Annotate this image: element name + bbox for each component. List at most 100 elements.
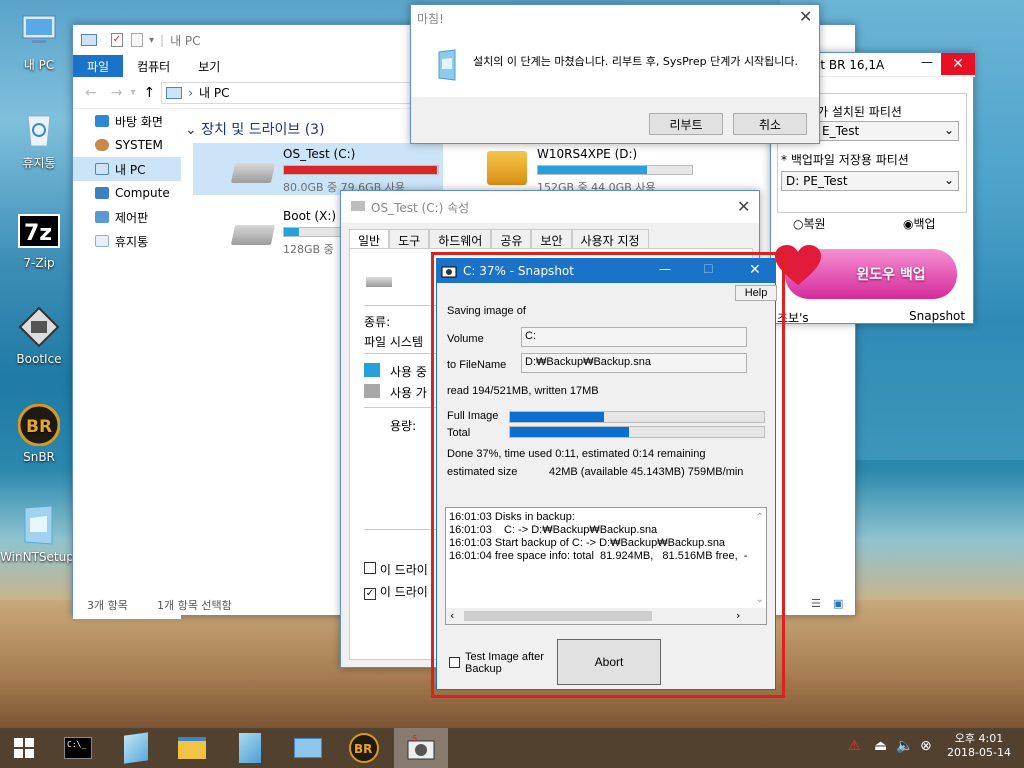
desktop-icon-this-pc[interactable]: 내 PC: [0, 10, 78, 73]
clock[interactable]: 오후 4:01 2018-05-14: [944, 732, 1014, 760]
maximize-icon: ☐: [703, 262, 714, 276]
scrollbar-thumb[interactable]: [464, 611, 652, 621]
scroll-down-icon[interactable]: ⌄: [756, 594, 764, 605]
installed-partition-select[interactable]: E_Test ⌄: [817, 121, 959, 141]
close-icon[interactable]: ✕: [737, 197, 750, 216]
br-snapshot-link[interactable]: Snapshot: [909, 309, 965, 323]
read-status: read 194/521MB, written 17MB: [447, 385, 599, 397]
back-arrow-icon[interactable]: ←: [85, 85, 97, 101]
scroll-right-icon[interactable]: ›: [736, 609, 740, 622]
ribbon-tab-view[interactable]: 보기: [184, 55, 234, 77]
taskbar-winntsetup[interactable]: [118, 732, 154, 764]
hard-drive-icon: [230, 163, 276, 183]
properties-icon[interactable]: ✓: [111, 33, 123, 47]
new-folder-icon[interactable]: [131, 33, 143, 47]
checkbox-icon: [364, 562, 376, 574]
horizontal-scrollbar[interactable]: ‹ ›: [446, 608, 766, 624]
taskbar-snapshot[interactable]: S: [394, 728, 448, 768]
ribbon-tab-computer[interactable]: 컴퓨터: [123, 55, 184, 77]
log-line: 16:01:03 C: -> D:₩Backup₩Backup.sna: [449, 524, 658, 536]
chevron-down-icon: ⌄: [943, 123, 954, 137]
clock-time: 오후 4:01: [954, 732, 1004, 745]
drive-usage-fill: [284, 166, 438, 174]
drive-item-c[interactable]: OS_Test (C:) 80.0GB 중 79.6GB 사용: [193, 143, 443, 195]
bootice-icon: [18, 306, 60, 348]
full-image-label: Full Image: [447, 410, 499, 422]
desktop-icon: [95, 115, 109, 127]
scroll-up-icon[interactable]: ⌃: [756, 512, 764, 523]
sidebar-item-this-pc[interactable]: 내 PC: [73, 157, 181, 181]
close-icon[interactable]: ✕: [749, 262, 761, 278]
snapshot-titlebar: C: 37% - Snapshot — ☐ ✕: [437, 259, 775, 283]
log-box[interactable]: 16:01:03 Disks in backup: 16:01:03 C: ->…: [445, 507, 767, 625]
drive-usage-bar: [283, 165, 439, 175]
forward-arrow-icon[interactable]: →: [111, 85, 123, 101]
full-image-progress: [509, 411, 765, 423]
abort-button[interactable]: Abort: [557, 639, 661, 685]
volume-field: C:: [521, 327, 747, 347]
usb-icon[interactable]: ⏏: [874, 738, 887, 754]
details-view-icon[interactable]: ☰: [811, 597, 821, 610]
reboot-button[interactable]: 리부트: [649, 113, 723, 135]
sidebar-item-system[interactable]: SYSTEM: [73, 133, 181, 157]
sidebar-item-network[interactable]: Compute: [73, 181, 181, 205]
breadcrumb: 내 PC: [199, 86, 230, 100]
test-image-label: Test Image after Backup: [465, 651, 544, 675]
test-image-checkbox[interactable]: [449, 657, 460, 668]
recycle-bin-icon: [18, 108, 60, 150]
minimize-icon[interactable]: —: [921, 55, 933, 69]
section-header[interactable]: ⌄ 장치 및 드라이브 (3): [185, 119, 325, 139]
radio-empty-icon: ○: [793, 217, 804, 231]
scroll-left-icon[interactable]: ‹: [450, 609, 454, 622]
taskbar-cmd[interactable]: C:\_: [60, 732, 96, 764]
close-icon[interactable]: ✕: [799, 7, 812, 26]
explorer-title: 내 PC: [170, 33, 201, 48]
network-warning-icon[interactable]: ⚠: [848, 738, 861, 754]
desktop-icon-winntsetup[interactable]: WinNTSetup:: [0, 504, 78, 564]
backup-partition-select[interactable]: D: PE_Test ⌄: [781, 171, 959, 191]
up-arrow-icon[interactable]: ↑: [144, 85, 156, 101]
index-checkbox[interactable]: ✓ 이 드라이: [364, 583, 428, 600]
sidebar-item-recycle-bin[interactable]: 휴지통: [73, 229, 181, 253]
br-label-backup-partition: * 백업파일 저장용 파티션: [781, 153, 909, 167]
free-space-swatch: [364, 384, 380, 398]
taskbar-this-pc[interactable]: [290, 732, 326, 764]
sidebar-item-control-panel[interactable]: 제어판: [73, 205, 181, 229]
large-icons-view-icon[interactable]: ▣: [833, 597, 843, 610]
taskbar-winntsetup-2[interactable]: [232, 732, 268, 764]
compress-checkbox[interactable]: 이 드라이: [364, 561, 428, 578]
svg-text:7z: 7z: [24, 221, 52, 246]
cancel-circle-icon[interactable]: ⊗: [920, 738, 932, 754]
address-bar[interactable]: › 내 PC: [161, 81, 432, 104]
filesystem-label: 파일 시스템: [364, 335, 424, 349]
close-button[interactable]: ✕: [941, 53, 975, 75]
taskbar-explorer[interactable]: [174, 732, 210, 764]
svg-text:BR: BR: [26, 417, 52, 437]
minimize-icon[interactable]: —: [659, 262, 671, 276]
desktop-icon-recycle-bin[interactable]: 휴지통: [0, 108, 78, 171]
cancel-button[interactable]: 취소: [733, 113, 807, 135]
windows-backup-button[interactable]: 윈도우 백업: [775, 245, 957, 299]
desktop-icon-bootice[interactable]: BootIce: [0, 306, 78, 366]
computer-icon: [166, 86, 183, 99]
desktop-icon-snbr[interactable]: BR SnBR: [0, 404, 78, 464]
quick-access-dropdown-icon[interactable]: ▾: [149, 35, 154, 46]
total-progress: [509, 426, 765, 438]
drive-item-d[interactable]: W10RS4XPE (D:) 152GB 중 44.0GB 사용: [447, 143, 697, 195]
history-dropdown-icon[interactable]: ▾: [130, 87, 135, 98]
ribbon-tab-file[interactable]: 파일: [73, 55, 124, 77]
used-space-label: 사용 중: [390, 365, 427, 379]
control-panel-icon: [95, 211, 109, 223]
start-button[interactable]: [6, 732, 42, 764]
speaker-icon[interactable]: 🔈: [896, 738, 913, 754]
filename-field: D:₩Backup₩Backup.sna: [521, 353, 747, 373]
backup-radio[interactable]: ◉백업: [903, 215, 936, 232]
desktop-icon-7zip[interactable]: 7z 7-Zip: [0, 210, 78, 270]
taskbar-snbr[interactable]: BR: [346, 732, 382, 764]
capacity-label: 용량:: [390, 419, 417, 433]
snbr-icon: BR: [18, 404, 60, 446]
sidebar-item-desktop[interactable]: 바탕 화면: [73, 109, 181, 133]
restore-radio[interactable]: ○복원: [793, 215, 826, 232]
help-button[interactable]: Help: [735, 285, 777, 301]
done-status: Done 37%, time used 0:11, estimated 0:14…: [447, 448, 706, 460]
